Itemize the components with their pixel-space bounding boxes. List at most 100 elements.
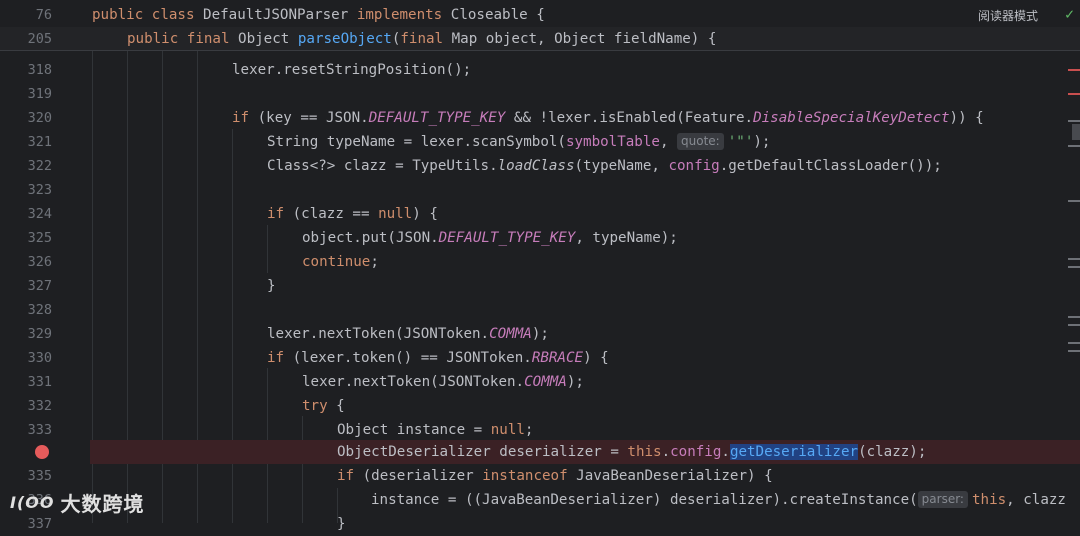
line-number: 205 xyxy=(27,31,52,47)
warning-stripe-marker[interactable] xyxy=(1068,350,1080,352)
code-token: )) { xyxy=(949,110,984,126)
code-text: lexer.nextToken(JSONToken.COMMA); xyxy=(302,370,584,394)
warning-stripe-marker[interactable] xyxy=(1068,324,1080,326)
code-line[interactable]: 336 instance = ((JavaBeanDeserializer) d… xyxy=(0,488,1080,512)
keyword: continue xyxy=(302,254,371,270)
field: symbolTable xyxy=(565,134,660,150)
selected-method-name[interactable]: getDeserializer xyxy=(729,444,859,460)
code-text: if (key == JSON.DEFAULT_TYPE_KEY && !lex… xyxy=(232,106,984,130)
line-number: 332 xyxy=(27,398,52,414)
constant: RBRACE xyxy=(531,350,584,366)
warning-stripe-marker[interactable] xyxy=(1068,145,1080,147)
constant: COMMA xyxy=(489,326,532,342)
code-line[interactable]: 322 Class<?> clazz = TypeUtils.loadClass… xyxy=(0,154,1080,178)
code-text: Class<?> clazz = TypeUtils.loadClass(typ… xyxy=(267,154,942,178)
breakpoint-icon[interactable] xyxy=(35,445,49,459)
code-token: ); xyxy=(531,326,549,342)
constant: DEFAULT_TYPE_KEY xyxy=(368,110,506,126)
keyword: public xyxy=(92,7,144,23)
code-line[interactable]: 318 lexer.resetStringPosition(); xyxy=(0,58,1080,82)
warning-stripe-marker[interactable] xyxy=(1068,316,1080,318)
code-line[interactable]: 324 if (clazz == null) { xyxy=(0,202,1080,226)
error-stripe-marker[interactable] xyxy=(1068,69,1080,71)
code-token: object.put(JSON. xyxy=(302,230,439,246)
code-token: { xyxy=(327,398,345,414)
text: Object xyxy=(229,31,298,47)
sticky-method-code: public final Object parseObject(final Ma… xyxy=(127,27,716,51)
inspection-ok-icon[interactable]: ✓ xyxy=(1065,5,1074,23)
code-text: instance = ((JavaBeanDeserializer) deser… xyxy=(371,488,1066,512)
code-line[interactable]: 337 } xyxy=(0,512,1080,536)
line-number: 76 xyxy=(35,7,52,23)
watermark-logo: I(OO xyxy=(10,493,55,512)
line-number: 333 xyxy=(27,422,52,438)
line-number: 328 xyxy=(27,302,52,318)
keyword: if xyxy=(232,110,250,126)
keyword: null xyxy=(490,422,525,438)
code-token: && !lexer.isEnabled(Feature. xyxy=(505,110,754,126)
code-line[interactable]: 333 Object instance = null; xyxy=(0,418,1080,442)
code-token: lexer.nextToken(JSONToken. xyxy=(302,374,525,390)
code-token: Class<?> clazz = TypeUtils. xyxy=(267,158,498,174)
line-number: 322 xyxy=(27,158,52,174)
code-token: , xyxy=(659,134,678,150)
keyword: final xyxy=(400,31,444,47)
code-line[interactable]: 335 if (deserializer instanceof JavaBean… xyxy=(0,464,1080,488)
code-line[interactable]: 319 xyxy=(0,82,1080,106)
code-token: ); xyxy=(753,134,771,150)
warning-stripe-marker[interactable] xyxy=(1068,266,1080,268)
error-stripe-marker[interactable] xyxy=(1068,93,1080,95)
code-token: , typeName); xyxy=(575,230,678,246)
keyword: public xyxy=(127,31,179,47)
code-token: (typeName, xyxy=(574,158,669,174)
code-line[interactable]: 320 if (key == JSON.DEFAULT_TYPE_KEY && … xyxy=(0,106,1080,130)
line-number: 323 xyxy=(27,182,52,198)
code-token: .getDefaultClassLoader()); xyxy=(719,158,942,174)
code-line[interactable]: 329 lexer.nextToken(JSONToken.COMMA); xyxy=(0,322,1080,346)
line-number: 330 xyxy=(27,350,52,366)
code-token: lexer.resetStringPosition(); xyxy=(232,62,472,78)
code-text: continue; xyxy=(302,250,379,274)
reader-mode-button[interactable]: 阅读器模式 xyxy=(978,7,1038,24)
code-token: ; xyxy=(524,422,534,438)
code-token: (key == JSON. xyxy=(249,110,369,126)
code-line[interactable]: 332 try { xyxy=(0,394,1080,418)
code-text: object.put(JSON.DEFAULT_TYPE_KEY, typeNa… xyxy=(302,226,678,250)
code-line[interactable]: 321 String typeName = lexer.scanSymbol(s… xyxy=(0,130,1080,154)
line-number: 321 xyxy=(27,134,52,150)
parameter-hint: parser: xyxy=(917,491,968,508)
code-token: } xyxy=(337,516,346,532)
keyword: this xyxy=(627,444,662,460)
code-line[interactable]: 325 object.put(JSON.DEFAULT_TYPE_KEY, ty… xyxy=(0,226,1080,250)
code-token: (clazz); xyxy=(858,444,927,460)
code-token: (deserializer xyxy=(354,468,483,484)
code-token: ); xyxy=(566,374,584,390)
sticky-method-header[interactable]: 205 public final Object parseObject(fina… xyxy=(0,27,1080,51)
constant: DisableSpecialKeyDetect xyxy=(753,110,950,126)
code-text: Object instance = null; xyxy=(337,418,533,442)
warning-stripe-marker[interactable] xyxy=(1068,120,1080,122)
keyword: if xyxy=(337,468,355,484)
code-line[interactable]: 330 if (lexer.token() == JSONToken.RBRAC… xyxy=(0,346,1080,370)
sticky-class-header[interactable]: 76 public class DefaultJSONParser implem… xyxy=(0,3,1080,27)
code-line[interactable]: ObjectDeserializer deserializer = this.c… xyxy=(0,440,1080,464)
code-line[interactable]: 328 xyxy=(0,298,1080,322)
code-line[interactable]: 327 } xyxy=(0,274,1080,298)
code-line[interactable]: 323 xyxy=(0,178,1080,202)
text xyxy=(178,31,187,47)
code-line[interactable]: 326 continue; xyxy=(0,250,1080,274)
code-token: instance = ((JavaBeanDeserializer) deser… xyxy=(371,492,918,508)
code-text: } xyxy=(267,274,276,298)
text xyxy=(143,7,152,23)
watermark: I(OO 大数跨境 xyxy=(10,488,144,517)
warning-stripe-marker[interactable] xyxy=(1068,258,1080,260)
warning-stripe-marker[interactable] xyxy=(1068,200,1080,202)
line-number: 335 xyxy=(27,468,52,484)
keyword: null xyxy=(378,206,413,222)
warning-stripe-marker[interactable] xyxy=(1068,342,1080,344)
line-number: 325 xyxy=(27,230,52,246)
line-number: 320 xyxy=(27,110,52,126)
code-line[interactable]: 331 lexer.nextToken(JSONToken.COMMA); xyxy=(0,370,1080,394)
scrollbar-thumb[interactable] xyxy=(1072,124,1080,140)
parameter-hint: quote: xyxy=(677,133,724,150)
